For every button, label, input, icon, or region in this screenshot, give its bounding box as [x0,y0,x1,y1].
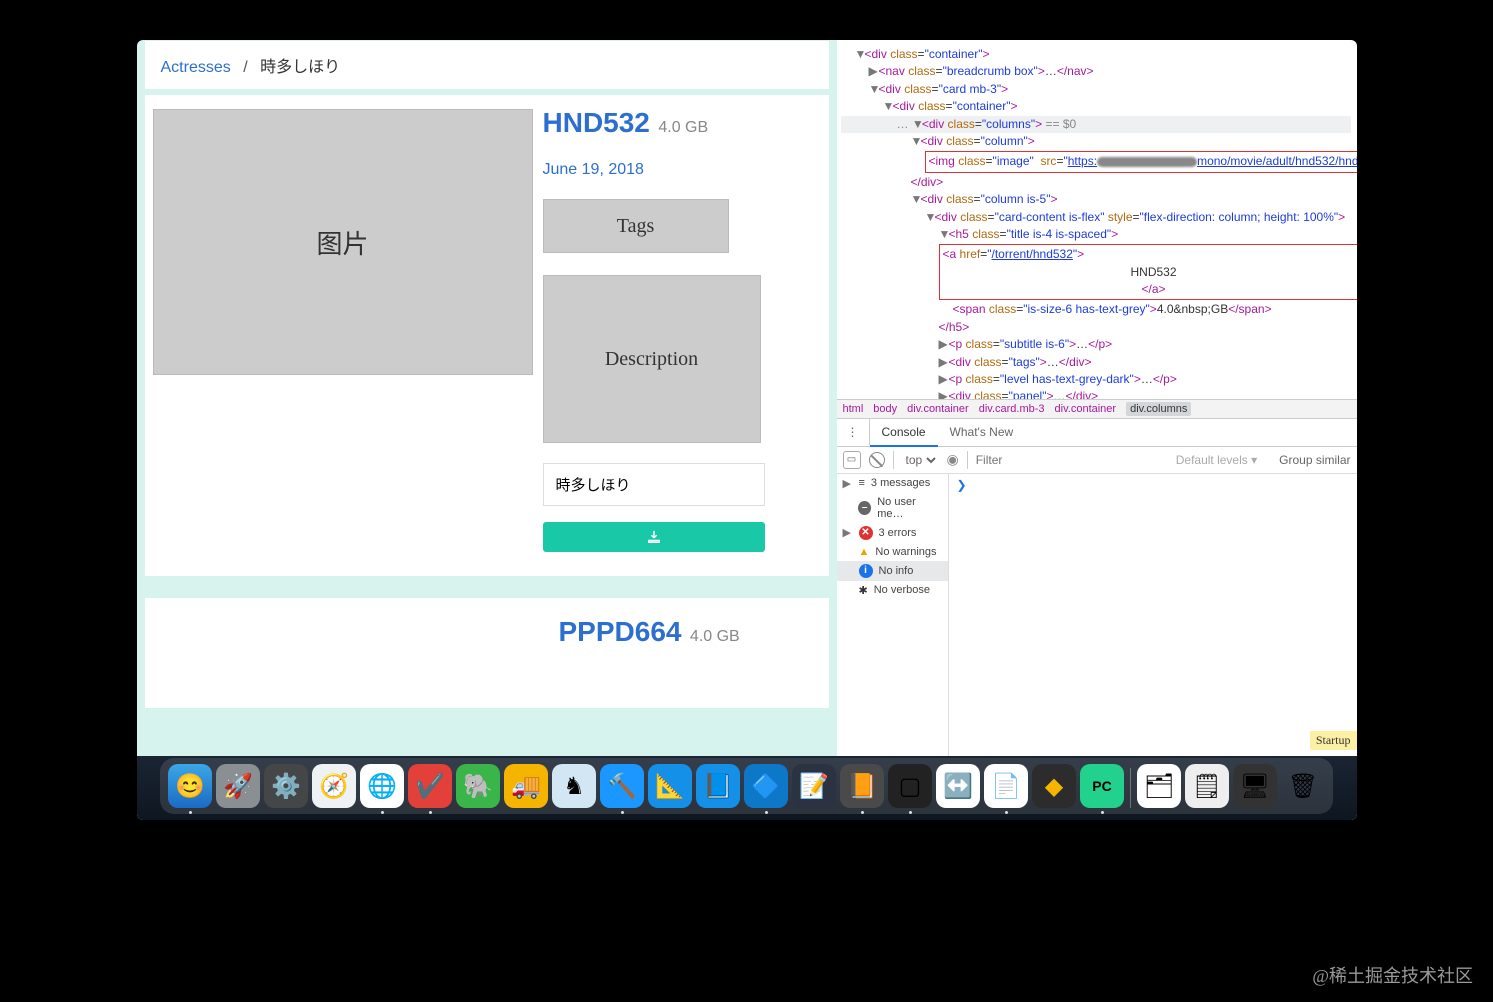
item-size: 4.0 GB [658,119,708,136]
safari-icon[interactable]: 🧭 [312,764,356,808]
app-icon-1[interactable]: 📐 [648,764,692,808]
dock-folder-3[interactable]: 🖥 [1233,764,1277,808]
webpage-pane[interactable]: Actresses / 時多しほり 图片 HND532 4.0 GB June … [137,40,837,820]
settings-icon[interactable]: ⚙️ [264,764,308,808]
item-card: 图片 HND532 4.0 GB June 19, 2018 Tags Desc… [145,95,829,576]
xcode-icon[interactable]: 🔨 [600,764,644,808]
dock-folder-1[interactable]: 🗂 [1137,764,1181,808]
app-icon-2[interactable]: 📘 [696,764,740,808]
actress-name: 時多しほり [543,463,765,506]
console-drawer-tabs: ⋮ Console What's New [837,419,1357,447]
chrome-icon[interactable]: 🌐 [360,764,404,808]
finder-icon[interactable]: 😊 [168,764,212,808]
watermark: @稀土掘金技术社区 [1312,962,1473,988]
console-toolbar: ▭ top ◉ Default levels ▾ Group similar [837,447,1357,474]
eye-icon[interactable]: ◉ [947,451,959,468]
sketch-icon[interactable]: ◆ [1032,764,1076,808]
notes-icon[interactable]: 📄 [984,764,1028,808]
trash-icon[interactable]: 🗑 [1281,764,1325,808]
item-title[interactable]: HND532 [543,107,650,138]
transmit-icon[interactable]: 🚚 [504,764,548,808]
pycharm-icon[interactable]: PC [1080,764,1124,808]
context-select[interactable]: top [902,452,939,468]
breadcrumb-root[interactable]: Actresses [161,59,231,76]
selected-node[interactable]: … ▼<div class="columns"> == $0 [841,116,1351,133]
image-placeholder: 图片 [153,109,533,375]
description-placeholder: Description [543,275,761,443]
item-card-2: PPPD664 4.0 GB [145,598,829,708]
dock-folder-2[interactable]: 🗒 [1185,764,1229,808]
filter-input[interactable] [976,453,1168,467]
sidebar-toggle-icon[interactable]: ▭ [843,451,861,469]
item-date: June 19, 2018 [543,161,811,179]
levels-select[interactable]: Default levels ▾ [1176,453,1257,467]
screenshot-frame: Actresses / 時多しほり 图片 HND532 4.0 GB June … [137,40,1357,820]
elements-tree[interactable]: ▼<div class="container"> ▶<nav class="br… [837,40,1357,399]
item-size-2: 4.0 GB [690,628,740,645]
breadcrumb-sep: / [243,59,247,76]
app-icon-3[interactable]: 🔷 [744,764,788,808]
dom-breadcrumbs[interactable]: htmlbodydiv.containerdiv.card.mb-3div.co… [837,399,1357,419]
drawer-menu-icon[interactable]: ⋮ [837,419,870,445]
download-button[interactable] [543,522,765,552]
devtools-pane[interactable]: ▼<div class="container"> ▶<nav class="br… [837,40,1357,820]
item-title-2[interactable]: PPPD664 [559,616,682,647]
macos-dock: 😊 🚀 ⚙️ 🧭 🌐 ✔️ 🐘 🚚 ♞ 🔨 📐 📘 🔷 📝 📙 ▢ ↔️ 📄 ◆… [137,756,1357,820]
breadcrumb-current: 時多しほり [260,59,340,76]
clear-console-icon[interactable] [869,452,885,468]
group-similar[interactable]: Group similar [1279,453,1350,467]
startup-tooltip: Startup [1310,731,1357,750]
vscode-icon[interactable]: 📝 [792,764,836,808]
tab-whats-new[interactable]: What's New [938,419,1026,445]
download-icon [647,530,661,544]
tags-placeholder: Tags [543,199,729,253]
tab-console[interactable]: Console [870,419,938,447]
terminal-icon[interactable]: ▢ [888,764,932,808]
breadcrumb: Actresses / 時多しほり [145,41,829,89]
sublime-icon[interactable]: 📙 [840,764,884,808]
wunderlist-icon[interactable]: ✔️ [408,764,452,808]
launchpad-icon[interactable]: 🚀 [216,764,260,808]
chess-icon[interactable]: ♞ [552,764,596,808]
teamviewer-icon[interactable]: ↔️ [936,764,980,808]
evernote-icon[interactable]: 🐘 [456,764,500,808]
